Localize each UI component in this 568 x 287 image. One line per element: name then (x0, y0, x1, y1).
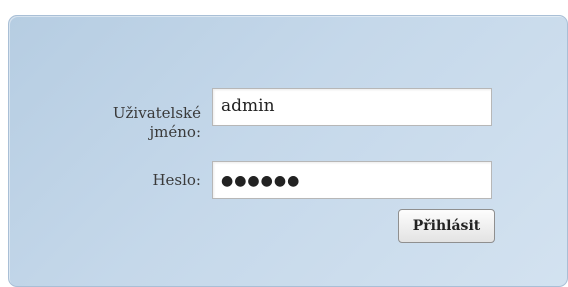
username-input[interactable]: admin (212, 88, 492, 126)
password-label: Heslo: (152, 171, 201, 189)
username-label: Uživatelské jméno: (112, 104, 201, 141)
password-input[interactable]: ●●●●●● (212, 161, 492, 199)
login-button[interactable]: Přihlásit (398, 209, 495, 243)
login-panel: Uživatelské jméno: admin Heslo: ●●●●●● P… (8, 15, 568, 287)
